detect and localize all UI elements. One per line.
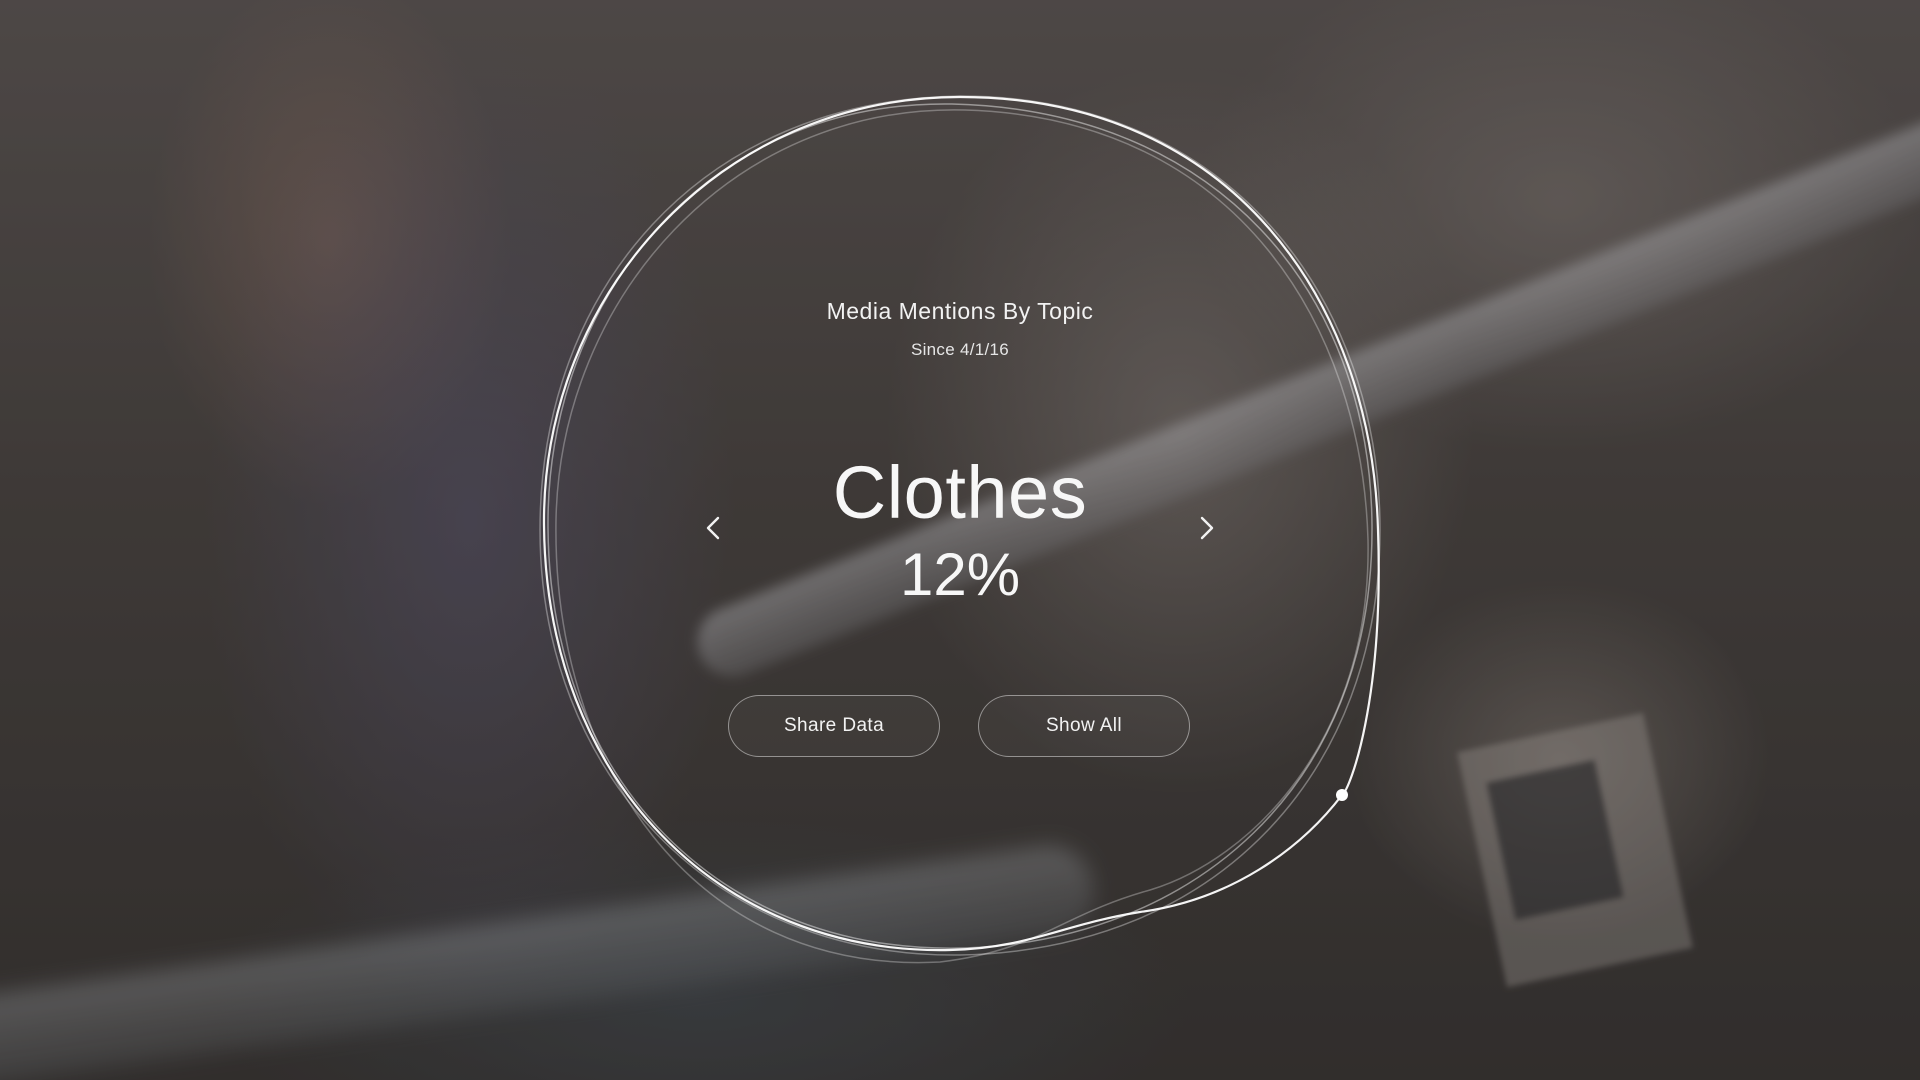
share-data-label: Share Data — [783, 715, 885, 736]
chevron-left-icon — [706, 516, 720, 540]
chevron-right-icon — [1200, 516, 1214, 540]
prev-topic-button[interactable] — [694, 508, 734, 548]
ring-outline-faint-3 — [555, 109, 1369, 964]
ring-progress-marker — [1336, 789, 1348, 801]
chart-subtitle: Since 4/1/16 — [910, 340, 1010, 359]
show-all-button[interactable]: Show All — [978, 695, 1190, 757]
show-all-label: Show All — [1045, 715, 1123, 736]
next-topic-button[interactable] — [1186, 508, 1226, 548]
chart-title: Media Mentions By Topic — [826, 298, 1094, 324]
topic-percentage: 12% — [899, 541, 1021, 608]
share-data-button[interactable]: Share Data — [728, 695, 940, 757]
video-background-stage: Media Mentions By Topic Since 4/1/16 Clo… — [0, 0, 1920, 1080]
topic-label: Clothes — [832, 451, 1088, 534]
